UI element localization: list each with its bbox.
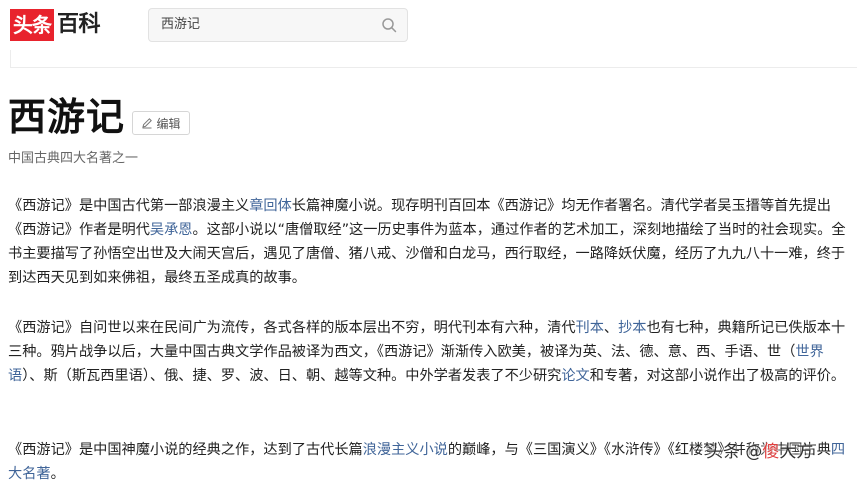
watermark-suffix: 大方 (779, 442, 814, 462)
entry-link[interactable]: 吴承恩 (150, 222, 193, 238)
search-icon[interactable] (381, 17, 397, 33)
search-input[interactable]: 西游记 (161, 9, 200, 41)
watermark-prefix: 头条 @ (706, 442, 763, 462)
edit-icon (142, 118, 153, 129)
page-subtitle: 中国古典四大名著之一 (8, 151, 139, 166)
search-box[interactable]: 西游记 (148, 8, 408, 42)
edit-button-label: 编辑 (156, 116, 181, 131)
site-logo[interactable]: 头条 百科 (10, 9, 101, 41)
summary-paragraph-2: 《西游记》自问世以来在民间广为流传，各式各样的版本层出不穷，明代刊本有六种，清代… (8, 316, 853, 388)
paragraph-text: 、 (603, 320, 619, 336)
entry-link[interactable]: 论文 (561, 368, 589, 384)
paragraph-text: 。 (50, 466, 65, 482)
paragraph-text: ）、斯（斯瓦西里语）、俄、捷、罗、波、日、朝、越等文种。中外学者发表了不少研究 (22, 368, 562, 384)
entry-link[interactable]: 浪漫主义小说 (363, 442, 448, 458)
edit-button[interactable]: 编辑 (132, 111, 190, 135)
watermark: 头条 @傻大方 (706, 440, 813, 464)
watermark-highlight: 傻 (762, 442, 780, 462)
logo-part-baike: 百科 (57, 12, 101, 37)
paragraph-text: 《西游记》是中国神魔小说的经典之作，达到了古代长篇 (8, 442, 363, 458)
site-header: 头条 百科 西游记 (0, 0, 857, 68)
entry-link[interactable]: 章回体 (249, 198, 292, 214)
summary-paragraph-1: 《西游记》是中国古代第一部浪漫主义章回体长篇神魔小说。现存明刊百回本《西游记》均… (8, 194, 853, 290)
entry-link[interactable]: 抄本 (618, 320, 646, 336)
paragraph-text: 《西游记》是中国古代第一部浪漫主义 (8, 198, 250, 214)
page-title: 西游记 (8, 95, 126, 139)
entry-link[interactable]: 刊本 (576, 320, 604, 336)
logo-part-toutiao: 头条 (10, 9, 54, 41)
header-divider (10, 50, 857, 68)
paragraph-text: 《西游记》自问世以来在民间广为流传，各式各样的版本层出不穷，明代刊本有六种，清代 (8, 320, 576, 336)
paragraph-text: 和专著，对这部小说作出了极高的评价。 (589, 368, 846, 384)
